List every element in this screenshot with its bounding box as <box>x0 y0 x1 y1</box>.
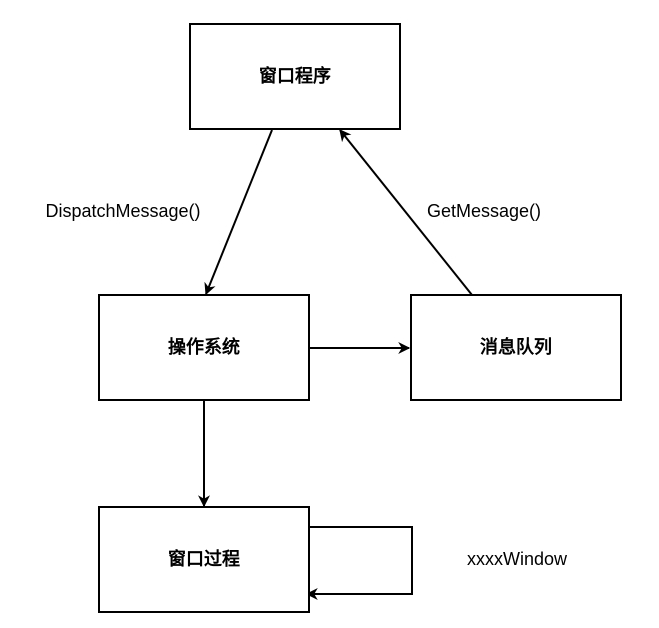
edge-label-dispatch-message: DispatchMessage() <box>45 201 200 221</box>
node-message-queue: 消息队列 <box>410 294 622 401</box>
node-window-program-label: 窗口程序 <box>259 65 331 87</box>
edge-window-procedure-self-loop <box>305 526 413 600</box>
edge-window-program-to-os <box>204 129 273 296</box>
node-window-program: 窗口程序 <box>189 23 401 130</box>
edge-label-get-message: GetMessage() <box>427 201 541 221</box>
edge-label-xxxx-window: xxxxWindow <box>467 549 568 569</box>
node-operating-system-label: 操作系统 <box>168 336 240 358</box>
flow-diagram: 窗口程序 操作系统 消息队列 窗口过程 DispatchMessage() Ge… <box>45 23 622 613</box>
node-message-queue-label: 消息队列 <box>480 336 552 358</box>
node-window-procedure-label: 窗口过程 <box>168 548 240 570</box>
node-operating-system: 操作系统 <box>98 294 310 401</box>
node-window-procedure: 窗口过程 <box>98 506 310 613</box>
